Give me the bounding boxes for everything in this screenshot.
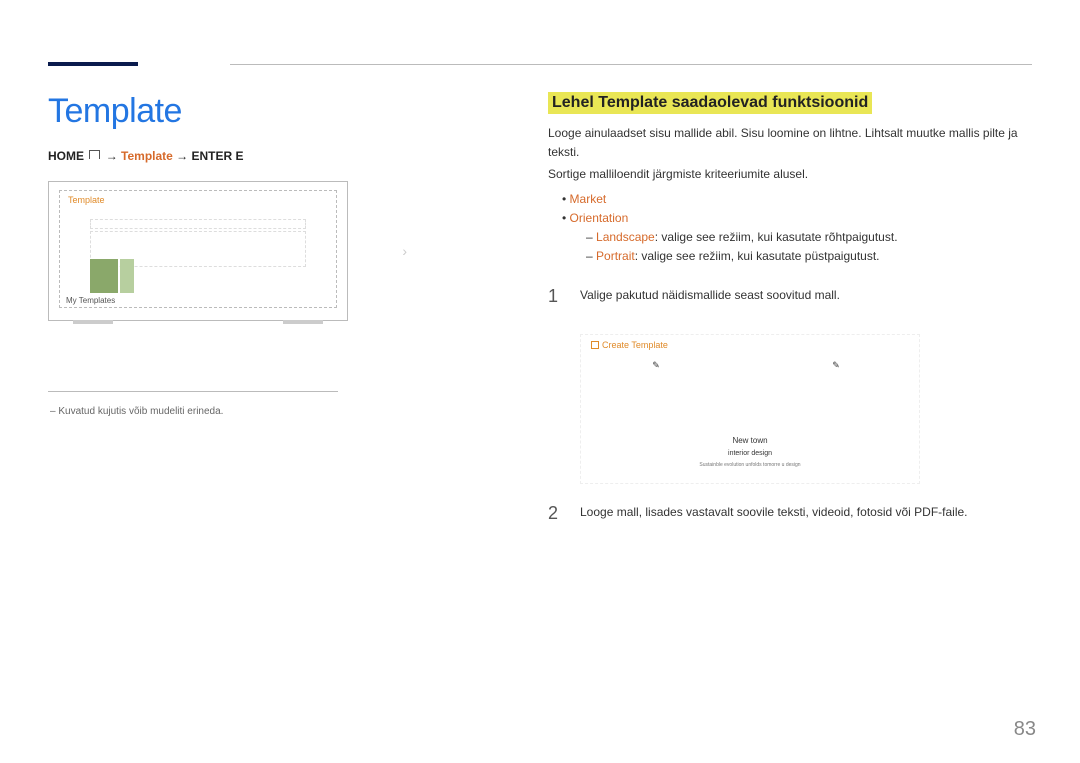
create-template-label: Create Template <box>591 339 668 353</box>
breadcrumb-enter: ENTER E <box>192 149 244 163</box>
criteria-list: Market Orientation Landscape: valige see… <box>562 190 1032 267</box>
home-icon <box>89 150 100 159</box>
create-template-preview: Create Template ✎ ✎ New town interior de… <box>580 334 920 484</box>
sub-landscape: Landscape: valige see režiim, kui kasuta… <box>586 228 1032 247</box>
preview-caption-line2: interior design <box>581 449 919 460</box>
tv-stand <box>283 320 323 324</box>
bullet-market-label: Market <box>570 192 607 206</box>
breadcrumb-arrow: → <box>106 149 121 163</box>
breadcrumb: HOME → Template → ENTER E <box>48 149 348 163</box>
right-body: Looge ainulaadset sisu mallide abil. Sis… <box>548 124 1032 528</box>
header-divider <box>230 64 1032 65</box>
step-2: 2 Looge mall, lisades vastavalt soovile … <box>548 500 1032 528</box>
step-1-number: 1 <box>548 283 562 311</box>
left-column: Template HOME → Template → ENTER E Templ… <box>48 92 348 417</box>
left-disclaimer-note: Kuvatud kujutis võib mudeliti erineda. <box>48 406 348 417</box>
tv-thumb <box>90 259 118 293</box>
breadcrumb-template: Template <box>121 149 173 163</box>
bullet-orientation: Orientation <box>562 209 1032 228</box>
pin-icon: ✎ <box>652 359 660 373</box>
bullet-orientation-label: Orientation <box>570 211 629 225</box>
tv-thumbs <box>90 259 134 293</box>
tv-thumb <box>120 259 134 293</box>
sub-portrait-text: : valige see režiim, kui kasutate püstpa… <box>635 249 880 263</box>
create-template-icon <box>591 341 599 349</box>
header-accent-rule <box>48 62 138 66</box>
create-template-label-text: Create Template <box>602 340 668 350</box>
page-number: 83 <box>1014 718 1036 741</box>
tv-my-templates-label: My Templates <box>66 296 115 305</box>
sub-portrait-label: Portrait <box>596 249 635 263</box>
step-1: 1 Valige pakutud näidismallide seast soo… <box>548 283 1032 311</box>
step-1-text: Valige pakutud näidismallide seast soovi… <box>580 283 840 305</box>
tv-screenshot-frame: Template My Templates › <box>48 181 348 321</box>
preview-thumb: ✎ <box>791 365 881 421</box>
intro-paragraph-2: Sortige malliloendit järgmiste kriteeriu… <box>548 165 1032 184</box>
preview-caption-line1: New town <box>581 435 919 447</box>
preview-caption-line3: Sustainble evolution unfolds tomorre u d… <box>581 462 919 470</box>
right-column: Lehel Template saadaolevad funktsioonid … <box>548 92 1032 528</box>
breadcrumb-home: HOME <box>48 149 84 163</box>
tv-placeholder-row <box>90 219 306 229</box>
sub-landscape-label: Landscape <box>596 230 655 244</box>
step-2-number: 2 <box>548 500 562 528</box>
tv-stand <box>73 320 113 324</box>
sub-portrait: Portrait: valige see režiim, kui kasutat… <box>586 247 1032 266</box>
breadcrumb-arrow: → <box>176 149 191 163</box>
preview-caption: New town interior design Sustainble evol… <box>581 435 919 469</box>
tv-template-label: Template <box>68 195 105 205</box>
page-content: Template HOME → Template → ENTER E Templ… <box>48 92 1032 763</box>
step-2-text: Looge mall, lisades vastavalt soovile te… <box>580 500 968 522</box>
section-title: Template <box>48 92 348 131</box>
sub-landscape-text: : valige see režiim, kui kasutate rõhtpa… <box>655 230 898 244</box>
intro-paragraph-1: Looge ainulaadset sisu mallide abil. Sis… <box>548 124 1032 161</box>
tv-inner: Template My Templates <box>59 190 337 308</box>
left-divider <box>48 391 338 392</box>
bullet-market: Market <box>562 190 1032 209</box>
chevron-right-icon: › <box>402 243 407 259</box>
right-heading-highlight: Lehel Template saadaolevad funktsioonid <box>548 92 872 114</box>
preview-thumbs: ✎ ✎ <box>611 365 881 421</box>
preview-thumb: ✎ <box>611 365 701 421</box>
pin-icon: ✎ <box>832 359 840 373</box>
